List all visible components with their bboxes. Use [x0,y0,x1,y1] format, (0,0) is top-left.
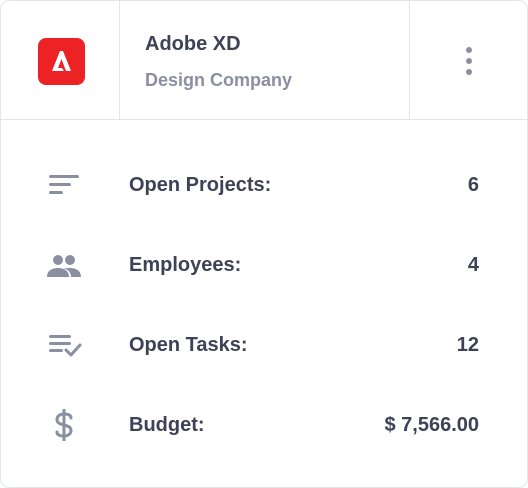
sort-lines-icon [45,169,83,201]
logo-cell [1,1,120,119]
company-name: Adobe XD [145,33,241,55]
list-check-icon [45,329,83,361]
company-title-cell: Adobe XD Design Company [120,1,410,119]
more-menu-button[interactable] [410,1,527,119]
stat-label: Employees: [129,254,242,276]
card-header: Adobe XD Design Company [1,1,527,120]
stat-row-open-projects: Open Projects: 6 [1,165,527,205]
stat-row-open-tasks: Open Tasks: 12 [1,325,527,365]
stat-row-employees: Employees: 4 [1,245,527,285]
stat-label: Open Tasks: [129,334,248,356]
stat-label: Budget: [129,414,205,436]
company-card: Adobe XD Design Company Open Projects: 6 [0,0,528,488]
stat-value: $ 7,566.00 [384,414,479,436]
stat-row-budget: Budget: $ 7,566.00 [1,405,527,445]
stat-label: Open Projects: [129,174,272,196]
company-type: Design Company [145,70,293,90]
dollar-icon [45,408,83,442]
stat-value: 12 [456,334,479,356]
stat-value: 6 [467,174,479,196]
stat-value: 4 [467,254,479,276]
adobe-logo-icon [38,38,85,85]
people-icon [45,249,83,281]
